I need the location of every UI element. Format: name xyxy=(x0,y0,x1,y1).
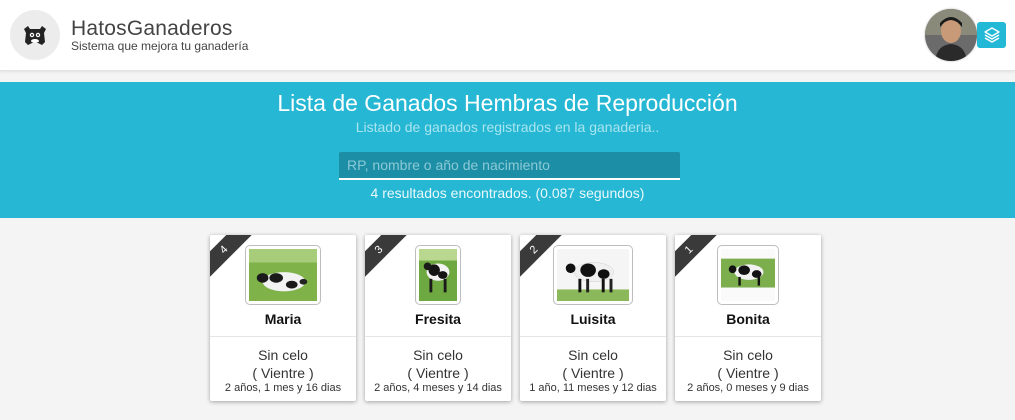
cattle-card[interactable]: 2 Luisita Sin celo ( Vientre ) 1 año, 11… xyxy=(520,235,666,401)
layers-icon xyxy=(983,27,1000,43)
top-header: HatosGanaderos Sistema que mejora tu gan… xyxy=(0,0,1015,71)
page-subtitle: Listado de ganados registrados en la gan… xyxy=(355,119,660,135)
cattle-name[interactable]: Bonita xyxy=(675,311,821,327)
cattle-photo-frame[interactable] xyxy=(717,245,779,305)
cattle-age: 2 años, 4 meses y 14 dias xyxy=(374,382,502,394)
card-divider xyxy=(210,336,356,337)
card-divider xyxy=(520,336,666,337)
layers-button[interactable] xyxy=(977,22,1006,48)
cattle-age: 2 años, 0 meses y 9 dias xyxy=(687,382,809,394)
cattle-card[interactable]: 4 Maria Sin celo ( Vientre ) 2 años, 1 m… xyxy=(210,235,356,401)
card-divider xyxy=(365,336,511,337)
user-photo xyxy=(925,9,977,61)
result-count: 4 resultados encontrados. (0.087 segundo… xyxy=(370,185,645,201)
cattle-photo xyxy=(249,249,317,301)
cattle-category: ( Vientre ) xyxy=(252,365,314,381)
cattle-photo xyxy=(721,249,775,301)
brand-title[interactable]: HatosGanaderos xyxy=(71,17,233,41)
cattle-photo-frame[interactable] xyxy=(415,245,461,305)
heat-status: Sin celo xyxy=(258,347,308,363)
page-title: Lista de Ganados Hembras de Reproducción xyxy=(277,90,738,116)
cattle-photo xyxy=(557,249,629,301)
cattle-name[interactable]: Maria xyxy=(210,311,356,327)
cattle-category: ( Vientre ) xyxy=(717,365,779,381)
rank-ribbon: 3 xyxy=(365,235,414,285)
cattle-category: ( Vientre ) xyxy=(562,365,624,381)
cattle-card[interactable]: 3 Fresita Sin celo ( Vientre ) 2 años, 4… xyxy=(365,235,511,401)
heat-status: Sin celo xyxy=(568,347,618,363)
cattle-photo xyxy=(419,249,457,301)
cattle-age: 2 años, 1 mes y 16 dias xyxy=(224,382,342,394)
cattle-photo-frame[interactable] xyxy=(245,245,321,305)
brand-subtitle: Sistema que mejora tu ganadería xyxy=(71,39,249,53)
cow-icon xyxy=(24,26,46,45)
search-input[interactable] xyxy=(339,152,680,180)
heat-status: Sin celo xyxy=(723,347,773,363)
search-banner: Lista de Ganados Hembras de Reproducción… xyxy=(0,82,1015,218)
user-avatar[interactable] xyxy=(925,9,977,61)
cattle-name[interactable]: Luisita xyxy=(520,311,666,327)
cattle-photo-frame[interactable] xyxy=(553,245,633,305)
heat-status: Sin celo xyxy=(413,347,463,363)
cattle-category: ( Vientre ) xyxy=(407,365,469,381)
cattle-name[interactable]: Fresita xyxy=(365,311,511,327)
brand-logo[interactable] xyxy=(10,10,60,60)
cattle-age: 1 año, 11 meses y 12 dias xyxy=(529,382,657,394)
cattle-card[interactable]: 1 Bonita Sin celo ( Vientre ) 2 años, 0 … xyxy=(675,235,821,401)
card-divider xyxy=(675,336,821,337)
